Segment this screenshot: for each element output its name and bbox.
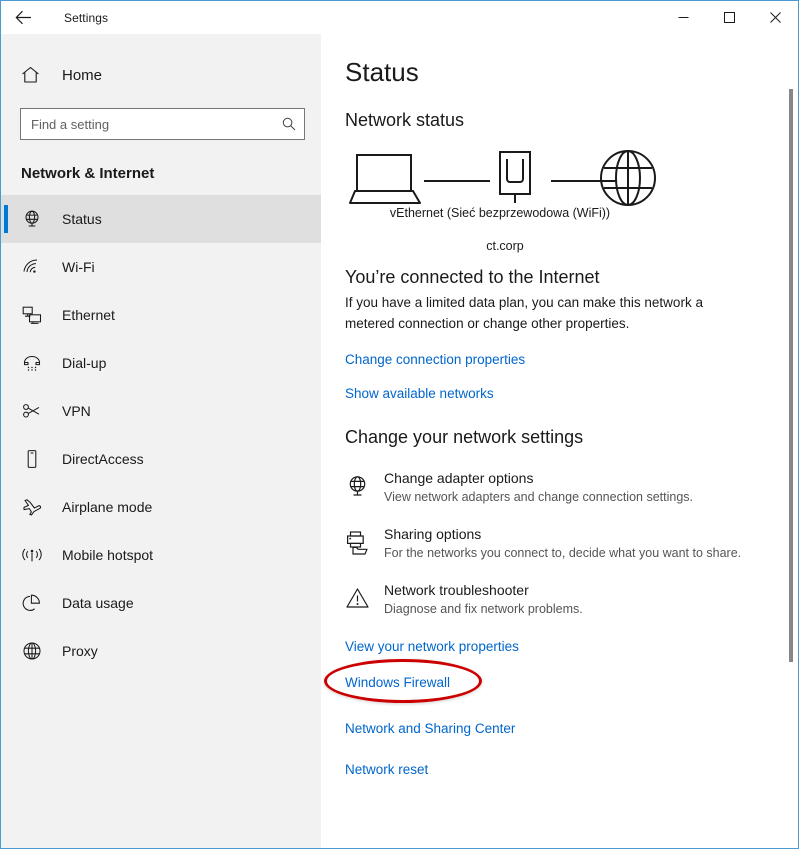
sidebar-item-label: VPN <box>62 403 91 419</box>
option-title: Sharing options <box>384 526 481 542</box>
airplane-icon <box>21 496 43 518</box>
network-name-label: ct.corp <box>455 239 555 253</box>
main-content: Status Network status <box>321 34 798 849</box>
pie-chart-icon <box>21 592 43 614</box>
hotspot-icon <box>21 544 43 566</box>
sidebar-item-directaccess[interactable]: DirectAccess <box>1 435 321 483</box>
sidebar-home-label: Home <box>62 67 102 84</box>
sidebar-item-label: Status <box>62 211 102 227</box>
warning-triangle-icon <box>345 582 375 616</box>
wifi-icon <box>21 256 43 278</box>
minimize-icon[interactable] <box>660 1 706 33</box>
sidebar-item-label: DirectAccess <box>62 451 144 467</box>
sidebar-item-label: Airplane mode <box>62 499 152 515</box>
settings-window: Settings <box>0 0 799 849</box>
link-network-and-sharing-center[interactable]: Network and Sharing Center <box>345 721 515 736</box>
sidebar-item-home[interactable]: Home <box>1 55 321 95</box>
scrollbar[interactable] <box>784 34 798 849</box>
sidebar-item-data-usage[interactable]: Data usage <box>1 579 321 627</box>
link-windows-firewall[interactable]: Windows Firewall <box>345 675 450 690</box>
sidebar-item-status[interactable]: Status <box>1 195 321 243</box>
search-box[interactable] <box>20 108 305 140</box>
sidebar-item-label: Dial-up <box>62 355 106 371</box>
option-sharing-options[interactable]: Sharing options For the networks you con… <box>345 526 775 560</box>
link-show-available-networks[interactable]: Show available networks <box>345 386 494 401</box>
option-subtitle: View network adapters and change connect… <box>384 490 693 504</box>
sidebar-item-label: Mobile hotspot <box>62 547 153 563</box>
page-title: Status <box>345 57 798 88</box>
globe-icon <box>21 640 43 662</box>
link-change-connection-properties[interactable]: Change connection properties <box>345 352 525 367</box>
directaccess-icon <box>21 448 43 470</box>
scrollbar-thumb[interactable] <box>789 89 793 662</box>
link-view-network-properties[interactable]: View your network properties <box>345 639 519 654</box>
globe-monitor-icon <box>21 208 43 230</box>
sidebar-item-wi-fi[interactable]: Wi-Fi <box>1 243 321 291</box>
ethernet-icon <box>21 304 43 326</box>
option-subtitle: Diagnose and fix network problems. <box>384 602 583 616</box>
window-controls <box>660 1 798 33</box>
adapter-globe-icon <box>345 470 375 504</box>
sidebar-item-vpn[interactable]: VPN <box>1 387 321 435</box>
option-subtitle: For the networks you connect to, decide … <box>384 546 741 560</box>
search-input[interactable] <box>21 117 304 132</box>
diagram-line-left <box>424 180 490 182</box>
option-title: Change adapter options <box>384 470 533 486</box>
printer-folder-icon <box>345 526 375 560</box>
sidebar-item-label: Wi-Fi <box>62 259 95 275</box>
search-icon <box>282 117 296 131</box>
network-diagram: vEthernet (Sieć bezprzewodowa (WiFi)) ct… <box>345 143 775 253</box>
sidebar-item-airplane-mode[interactable]: Airplane mode <box>1 483 321 531</box>
globe-icon <box>598 148 658 213</box>
home-icon <box>21 66 45 84</box>
network-status-heading: Network status <box>345 110 798 131</box>
back-arrow-icon[interactable] <box>1 2 45 34</box>
sidebar-item-mobile-hotspot[interactable]: Mobile hotspot <box>1 531 321 579</box>
sidebar-item-ethernet[interactable]: Ethernet <box>1 291 321 339</box>
dialup-icon <box>21 352 43 374</box>
sidebar-item-dial-up[interactable]: Dial-up <box>1 339 321 387</box>
sidebar: Home Network & Internet <box>1 34 321 849</box>
option-network-troubleshooter[interactable]: Network troubleshooter Diagnose and fix … <box>345 582 775 616</box>
adapter-name-label: vEthernet (Sieć bezprzewodowa (WiFi)) <box>389 205 611 221</box>
title-bar: Settings <box>1 1 798 34</box>
sidebar-item-proxy[interactable]: Proxy <box>1 627 321 675</box>
sidebar-item-label: Data usage <box>62 595 134 611</box>
sidebar-item-label: Ethernet <box>62 307 115 323</box>
sidebar-nav-list: Status Wi-Fi <box>1 195 321 675</box>
link-network-reset[interactable]: Network reset <box>345 762 428 777</box>
sidebar-item-label: Proxy <box>62 643 98 659</box>
maximize-icon[interactable] <box>706 1 752 33</box>
app-title: Settings <box>64 11 108 25</box>
close-icon[interactable] <box>752 1 798 33</box>
connection-status-description: If you have a limited data plan, you can… <box>345 292 755 334</box>
option-title: Network troubleshooter <box>384 582 529 598</box>
change-network-settings-heading: Change your network settings <box>345 427 798 448</box>
option-change-adapter-options[interactable]: Change adapter options View network adap… <box>345 470 775 504</box>
vpn-icon <box>21 400 43 422</box>
connection-status-title: You’re connected to the Internet <box>345 267 798 288</box>
sidebar-section-title: Network & Internet <box>21 165 321 182</box>
firewall-link-wrapper: Windows Firewall <box>321 675 798 690</box>
